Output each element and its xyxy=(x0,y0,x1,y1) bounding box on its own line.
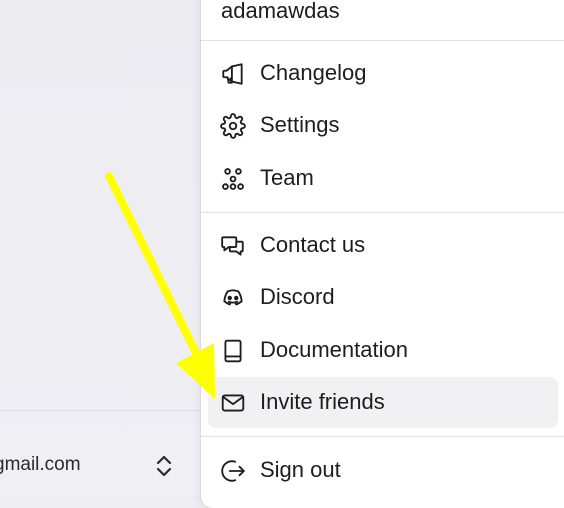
background-panel xyxy=(0,0,210,496)
menu-item-changelog[interactable]: Changelog xyxy=(208,48,558,99)
book-icon xyxy=(220,338,246,364)
megaphone-icon xyxy=(220,61,246,87)
menu-item-label: Invite friends xyxy=(260,389,385,414)
menu-separator xyxy=(201,436,564,437)
menu-item-label: Settings xyxy=(260,112,340,137)
account-switcher[interactable]: gmail.com xyxy=(0,448,210,482)
menu-item-contact-us[interactable]: Contact us xyxy=(208,220,558,271)
menu-item-label: Documentation xyxy=(260,337,408,362)
sign-out-icon xyxy=(220,458,246,484)
menu-item-label: Sign out xyxy=(260,457,341,482)
menu-item-label: Contact us xyxy=(260,232,366,257)
team-icon xyxy=(220,166,246,192)
menu-item-label: Changelog xyxy=(260,60,367,85)
menu-item-documentation[interactable]: Documentation xyxy=(208,325,558,376)
menu-username: adamawdas xyxy=(221,0,340,23)
menu-separator xyxy=(201,40,564,41)
menu-item-settings[interactable]: Settings xyxy=(208,100,558,151)
account-email: gmail.com xyxy=(0,454,81,475)
discord-icon xyxy=(220,285,246,311)
menu-item-sign-out[interactable]: Sign out xyxy=(208,445,558,496)
chat-bubbles-icon xyxy=(220,233,246,259)
menu-item-label: Team xyxy=(260,165,314,190)
chevron-up-down-icon[interactable] xyxy=(153,452,175,480)
background-divider xyxy=(0,410,210,411)
menu-item-label: Discord xyxy=(260,284,335,309)
menu-item-invite-friends[interactable]: Invite friends xyxy=(208,377,558,428)
menu-separator xyxy=(201,212,564,213)
menu-item-team[interactable]: Team xyxy=(208,153,558,204)
envelope-icon xyxy=(220,390,246,416)
menu-item-discord[interactable]: Discord xyxy=(208,272,558,323)
gear-icon xyxy=(220,113,246,139)
